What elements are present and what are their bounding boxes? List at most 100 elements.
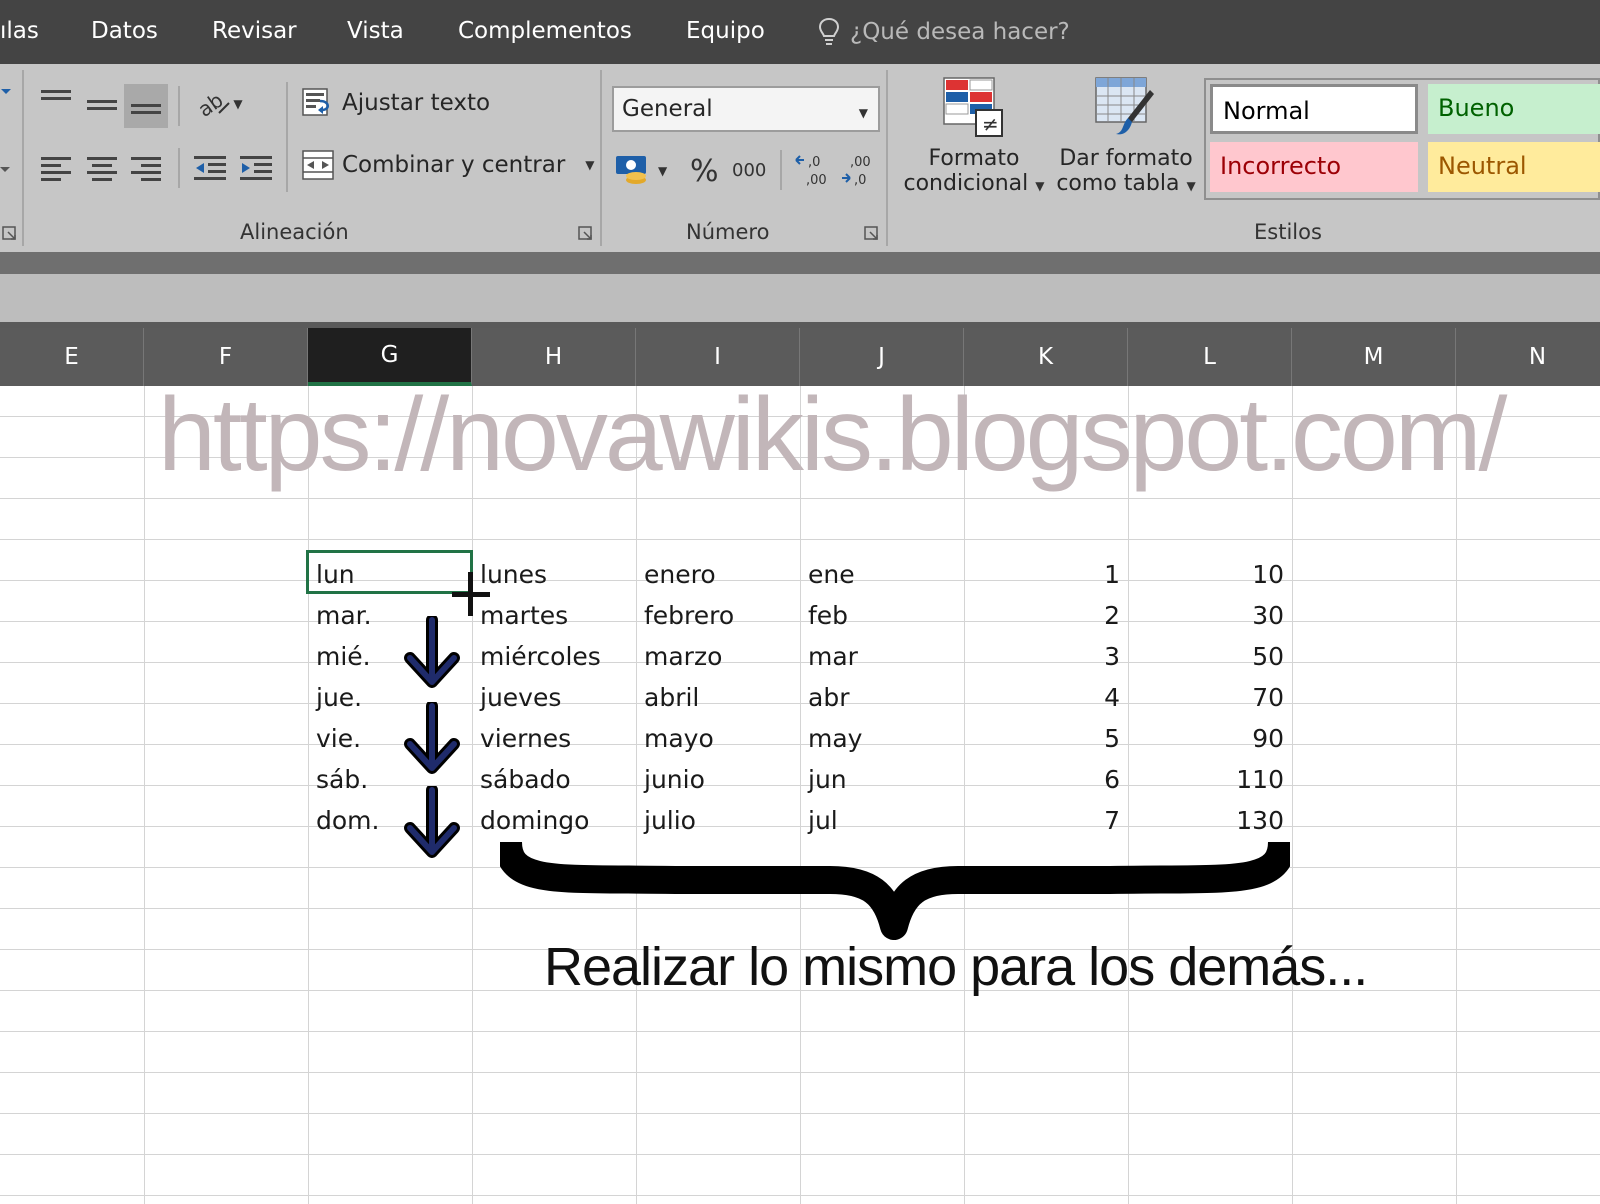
style-bueno[interactable]: Bueno (1428, 84, 1600, 134)
cell-k7[interactable]: 7 (964, 800, 1128, 841)
conditional-format-icon: ≠ (943, 77, 1003, 137)
align-middle-icon (87, 100, 117, 110)
decrease-indent-icon (194, 156, 226, 180)
cell-l7[interactable]: 130 (1128, 800, 1292, 841)
decrease-decimal-button[interactable]: ,00,0 (840, 152, 874, 192)
dropdown-arrow-icon: ▼ (585, 158, 595, 172)
cell-j1[interactable]: ene (800, 554, 964, 595)
increase-decimal-button[interactable]: ,0,00 (794, 152, 828, 192)
cell-k5[interactable]: 5 (964, 718, 1128, 759)
style-incorrecto[interactable]: Incorrecto (1210, 142, 1418, 192)
merge-center-button[interactable]: Combinar y centrar ▼ (302, 150, 595, 180)
cell-i1[interactable]: enero (636, 554, 800, 595)
down-arrow-icon (404, 702, 460, 774)
increase-decimal-icon: ,0,00 (795, 155, 827, 188)
cell-h2[interactable]: martes (472, 595, 636, 636)
cell-styles-gallery: Normal Bueno Incorrecto Neutral (1204, 78, 1600, 200)
cell-k3[interactable]: 3 (964, 636, 1128, 677)
cell-j6[interactable]: jun (800, 759, 964, 800)
tell-me-box[interactable]: ¿Qué desea hacer? (818, 14, 1070, 50)
cell-l4[interactable]: 70 (1128, 677, 1292, 718)
column-header-e[interactable]: E (0, 328, 144, 386)
cell-i2[interactable]: febrero (636, 595, 800, 636)
svg-text:,0: ,0 (808, 155, 820, 170)
menu-complementos[interactable]: Complementos (458, 18, 632, 44)
orientation-button[interactable]: ab ▼ (190, 82, 250, 126)
cell-i6[interactable]: junio (636, 759, 800, 800)
cell-j4[interactable]: abr (800, 677, 964, 718)
format-as-table-icon (1095, 77, 1154, 135)
curly-brace-annotation (500, 842, 1290, 940)
cell-k4[interactable]: 4 (964, 677, 1128, 718)
style-incorrecto-label: Incorrecto (1220, 152, 1342, 180)
format-as-table-button[interactable]: Dar formato como tabla ▼ (1052, 76, 1200, 196)
increase-indent-button[interactable] (234, 146, 278, 190)
cell-l1[interactable]: 10 (1128, 554, 1292, 595)
cell-i3[interactable]: marzo (636, 636, 800, 677)
cell-h3[interactable]: miércoles (472, 636, 636, 677)
accounting-format-button[interactable]: ▼ (614, 154, 667, 188)
alignment-launcher-icon[interactable] (578, 226, 594, 242)
dropdown-arrow-icon: ▼ (233, 97, 243, 111)
menu-equipo[interactable]: Equipo (686, 18, 765, 44)
cell-j2[interactable]: feb (800, 595, 964, 636)
cell-l6[interactable]: 110 (1128, 759, 1292, 800)
dropdown-arrow-icon[interactable] (0, 86, 12, 98)
wrap-text-button[interactable]: Ajustar texto (302, 88, 490, 118)
cell-k2[interactable]: 2 (964, 595, 1128, 636)
cell-j5[interactable]: may (800, 718, 964, 759)
align-left-button[interactable] (34, 146, 78, 190)
style-bueno-label: Bueno (1438, 94, 1515, 122)
align-right-button[interactable] (124, 146, 168, 190)
annotation-text: Realizar lo mismo para los demás... (544, 937, 1368, 997)
menu-revisar[interactable]: Revisar (212, 18, 297, 44)
menu-datos[interactable]: Datos (91, 18, 158, 44)
cell-h7[interactable]: domingo (472, 800, 636, 841)
cell-l3[interactable]: 50 (1128, 636, 1292, 677)
group-separator (22, 70, 24, 246)
align-left-icon (41, 157, 71, 181)
number-launcher-icon[interactable] (864, 226, 880, 242)
dropdown-arrow-icon: ▼ (1035, 179, 1045, 193)
cell-h4[interactable]: jueves (472, 677, 636, 718)
group-separator (600, 70, 602, 246)
cell-k1[interactable]: 1 (964, 554, 1128, 595)
cell-l5[interactable]: 90 (1128, 718, 1292, 759)
menu-vista[interactable]: Vista (347, 18, 404, 44)
menu-formulas[interactable]: ılas (0, 18, 39, 44)
conditional-format-label-1: Formato (928, 146, 1020, 171)
group-label-number: Número (686, 220, 770, 244)
align-middle-button[interactable] (80, 84, 124, 128)
cell-l2[interactable]: 30 (1128, 595, 1292, 636)
grid-column-line (1456, 386, 1457, 1204)
cell-h5[interactable]: viernes (472, 718, 636, 759)
selected-cell-border[interactable] (306, 550, 473, 594)
group-launcher-icon[interactable] (2, 226, 18, 242)
style-normal[interactable]: Normal (1210, 84, 1418, 134)
align-bottom-button[interactable] (124, 84, 168, 128)
align-top-button[interactable] (34, 78, 78, 122)
cell-i5[interactable]: mayo (636, 718, 800, 759)
cell-h6[interactable]: sábado (472, 759, 636, 800)
cell-i4[interactable]: abril (636, 677, 800, 718)
number-format-dropdown[interactable]: General ▼ (612, 86, 880, 132)
increase-indent-icon (240, 156, 272, 180)
cell-k6[interactable]: 6 (964, 759, 1128, 800)
percent-style-button[interactable]: % (690, 154, 719, 189)
separator (286, 82, 288, 192)
style-neutral[interactable]: Neutral (1428, 142, 1600, 192)
cell-j7[interactable]: jul (800, 800, 964, 841)
dropdown-arrow-icon[interactable] (0, 164, 10, 174)
cell-h1[interactable]: lunes (472, 554, 636, 595)
ribbon-bottom-band (0, 252, 1600, 274)
cell-i7[interactable]: julio (636, 800, 800, 841)
cell-j3[interactable]: mar (800, 636, 964, 677)
comma-style-button[interactable]: 000 (732, 160, 766, 181)
watermark-url: https://novawikis.blogspot.com/ (158, 377, 1507, 493)
dropdown-arrow-icon: ▼ (1186, 179, 1196, 193)
align-center-button[interactable] (80, 146, 124, 190)
group-label-styles: Estilos (1254, 220, 1322, 244)
conditional-format-button[interactable]: ≠ Formato condicional ▼ (900, 76, 1048, 196)
decrease-indent-button[interactable] (188, 146, 232, 190)
merge-center-label: Combinar y centrar (342, 152, 566, 178)
